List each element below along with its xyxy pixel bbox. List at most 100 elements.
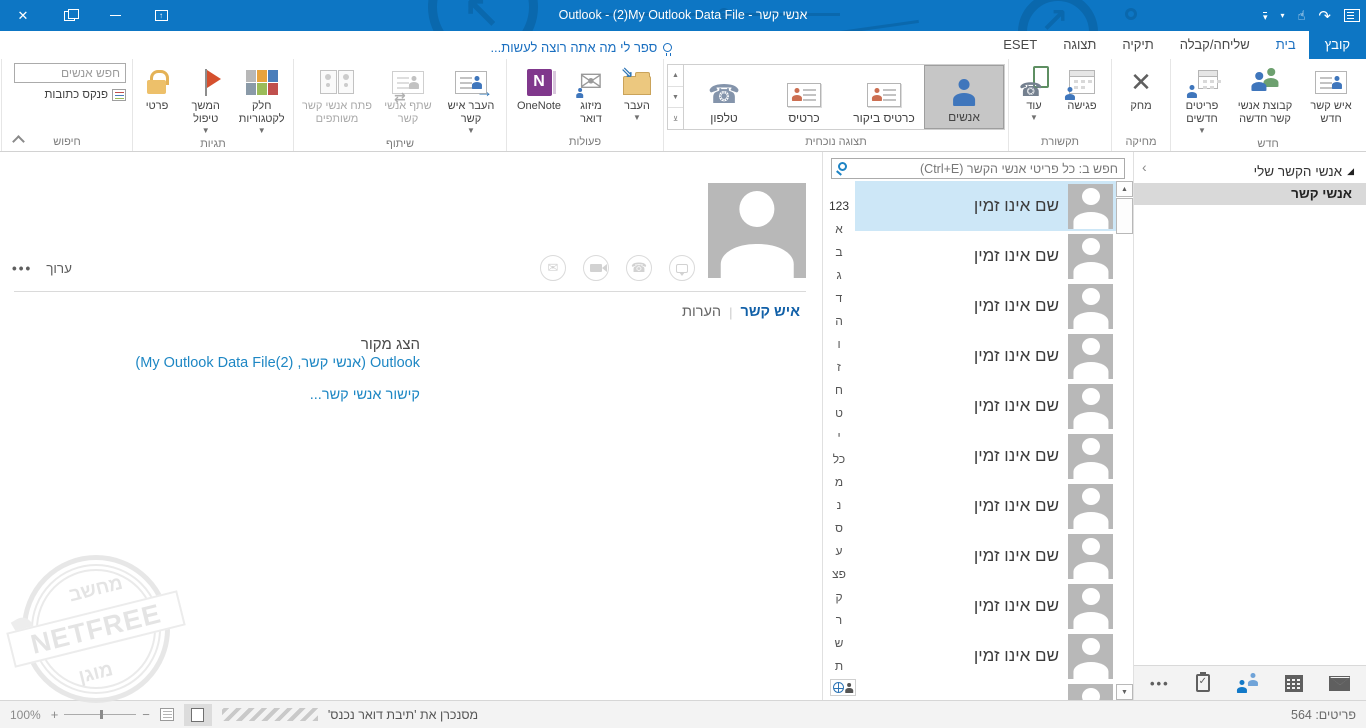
close-button[interactable]: ✕ xyxy=(0,0,46,31)
contact-row[interactable]: שם אינו זמין xyxy=(855,631,1116,681)
new-items-button[interactable]: פריטים חדשים ▼ xyxy=(1174,61,1230,136)
alphabet-letter[interactable]: ד xyxy=(836,287,843,310)
move-button[interactable]: ⇘ העבר ▼ xyxy=(614,61,660,123)
view-card[interactable]: כרטיס xyxy=(764,65,844,129)
view-phone[interactable]: ☎ טלפון xyxy=(684,65,764,129)
scroll-up-button[interactable]: ▲ xyxy=(1116,181,1133,197)
source-link[interactable]: Outlook (אנשי קשר, My Outlook Data File(… xyxy=(135,355,420,371)
onenote-button[interactable]: N OneNote xyxy=(510,61,568,113)
tab-notes[interactable]: הערות xyxy=(682,304,721,320)
list-scrollbar[interactable]: ▲ ▼ xyxy=(1116,181,1133,700)
follow-up-button[interactable]: המשך טיפול ▼ xyxy=(178,61,233,136)
gallery-up-button[interactable]: ▲ xyxy=(668,65,683,87)
zoom-level[interactable]: 100% xyxy=(10,708,41,722)
share-contacts-button[interactable]: ⇄ שתף אנשי קשר xyxy=(377,61,439,126)
mail-merge-button[interactable]: ✉ מיזוג דואר xyxy=(568,61,614,126)
minimize-button[interactable] xyxy=(92,0,138,31)
alphabet-letter[interactable]: א xyxy=(835,218,843,241)
edit-link[interactable]: ערוך xyxy=(46,261,72,276)
gallery-down-button[interactable]: ▼ xyxy=(668,87,683,109)
alphabet-letter[interactable]: ז xyxy=(837,356,841,379)
qat-dropdown-arrow[interactable]: ▾ xyxy=(1280,11,1284,20)
contact-row[interactable]: שם אינו זמין xyxy=(855,581,1116,631)
restore-button[interactable] xyxy=(46,0,92,31)
contact-row[interactable]: שם אינו זמין xyxy=(855,281,1116,331)
calendar-nav-icon[interactable] xyxy=(1284,674,1304,692)
video-call-circle-button[interactable] xyxy=(583,255,609,281)
alphabet-letter[interactable]: ת xyxy=(835,655,843,678)
contact-row[interactable]: שם אינו זמין xyxy=(855,431,1116,481)
alphabet-letter[interactable]: נ xyxy=(837,494,842,517)
open-shared-contacts-button[interactable]: פתח אנשי קשר משותפים xyxy=(297,61,377,126)
contact-row-partial[interactable] xyxy=(855,681,1116,700)
tab-send-receive[interactable]: שליחה/קבלה xyxy=(1167,31,1263,59)
alphabet-letter[interactable]: י xyxy=(837,425,840,448)
chat-circle-button[interactable] xyxy=(669,255,695,281)
tab-folder[interactable]: תיקיה xyxy=(1109,31,1166,59)
collapse-folder-pane-button[interactable]: › xyxy=(1142,160,1147,174)
gallery-more-button[interactable]: ⊻ xyxy=(668,108,683,129)
contact-row[interactable]: שם אינו זמין xyxy=(855,381,1116,431)
address-book-button[interactable]: פנקס כתובות xyxy=(8,89,126,101)
alphabet-letter[interactable]: ק xyxy=(835,586,842,609)
alphabet-letter[interactable]: ט xyxy=(835,402,843,425)
alphabet-letter[interactable]: ב xyxy=(835,241,842,264)
scroll-thumb[interactable] xyxy=(1116,198,1133,234)
tasks-nav-icon[interactable] xyxy=(1195,672,1210,692)
link-contacts-link[interactable]: קישור אנשי קשר... xyxy=(135,387,420,403)
mail-nav-icon[interactable] xyxy=(1329,675,1350,691)
zoom-slider[interactable] xyxy=(64,710,137,719)
zoom-in-button[interactable]: + xyxy=(51,707,59,722)
alphabet-letter[interactable]: ו xyxy=(837,333,840,356)
alphabet-letter[interactable]: ח xyxy=(835,379,843,402)
nav-more-button[interactable]: ••• xyxy=(1150,676,1170,691)
tab-contact[interactable]: איש קשר xyxy=(741,304,800,320)
delete-button[interactable]: ✕ מחק xyxy=(1115,61,1167,113)
categorize-button[interactable]: חלק לקטגוריות ▼ xyxy=(233,61,290,136)
email-circle-button[interactable]: ✉ xyxy=(540,255,566,281)
new-contact-group-button[interactable]: קבוצת אנשי קשר חדשה xyxy=(1230,61,1300,126)
private-button[interactable]: פרטי xyxy=(136,61,178,113)
tab-file[interactable]: קובץ xyxy=(1308,31,1366,59)
contact-row[interactable]: שם אינו זמין xyxy=(855,181,1116,231)
view-business-card[interactable]: כרטיס ביקור xyxy=(844,65,924,129)
forward-contact-button[interactable]: → העבר איש קשר ▼ xyxy=(439,61,503,136)
alphabet-letter[interactable]: ג xyxy=(836,264,841,287)
alphabet-letter[interactable]: פצ xyxy=(832,563,846,586)
alphabet-letter[interactable]: ע xyxy=(836,540,843,563)
contact-row[interactable]: שם אינו זמין xyxy=(855,231,1116,281)
my-contacts-header[interactable]: ◢ אנשי הקשר שלי xyxy=(1146,164,1354,179)
folder-item-contacts[interactable]: אנשי קשר xyxy=(1134,183,1366,205)
window-mode-button[interactable]: ↑ xyxy=(138,0,184,31)
reading-pane-icon[interactable] xyxy=(1344,9,1360,22)
touch-mode-button[interactable]: ☝ xyxy=(1298,8,1306,24)
contact-row[interactable]: שם אינו זמין xyxy=(855,481,1116,531)
tab-home[interactable]: בית xyxy=(1262,31,1309,59)
alphabet-letter[interactable]: מ xyxy=(835,471,843,494)
scroll-down-button[interactable]: ▼ xyxy=(1116,684,1133,700)
more-options-button[interactable]: ••• xyxy=(12,261,32,276)
view-people[interactable]: אנשים xyxy=(924,65,1004,129)
tab-eset[interactable]: ESET xyxy=(990,31,1050,59)
tell-me-box[interactable]: ספר לי מה אתה רוצה לעשות... xyxy=(490,31,673,59)
alphabet-letter[interactable]: ש xyxy=(835,632,844,655)
directory-search-button[interactable] xyxy=(830,679,856,696)
more-communicate-button[interactable]: ☎ עוד ▼ xyxy=(1012,61,1056,123)
alphabet-letter[interactable]: ר xyxy=(836,609,842,632)
tab-view[interactable]: תצוגה xyxy=(1050,31,1109,59)
normal-view-button[interactable] xyxy=(183,703,212,726)
new-contact-button[interactable]: איש קשר חדש xyxy=(1300,61,1362,126)
contact-row[interactable]: שם אינו זמין xyxy=(855,531,1116,581)
contact-row[interactable]: שם אינו זמין xyxy=(855,331,1116,381)
alphabet-letter[interactable]: ה xyxy=(835,310,843,333)
search-people-input[interactable] xyxy=(14,63,126,83)
people-nav-icon[interactable] xyxy=(1236,673,1259,693)
call-circle-button[interactable]: ☎ xyxy=(626,255,652,281)
alphabet-letter[interactable]: 123 xyxy=(829,195,849,218)
contact-search-input[interactable] xyxy=(832,159,1124,178)
reading-view-button[interactable] xyxy=(159,708,174,721)
meeting-button[interactable]: פגישה xyxy=(1056,61,1108,113)
alphabet-letter[interactable]: כל xyxy=(833,448,845,471)
redo-button[interactable]: ↷ xyxy=(1318,7,1331,25)
alphabet-letter[interactable]: ס xyxy=(835,517,843,540)
